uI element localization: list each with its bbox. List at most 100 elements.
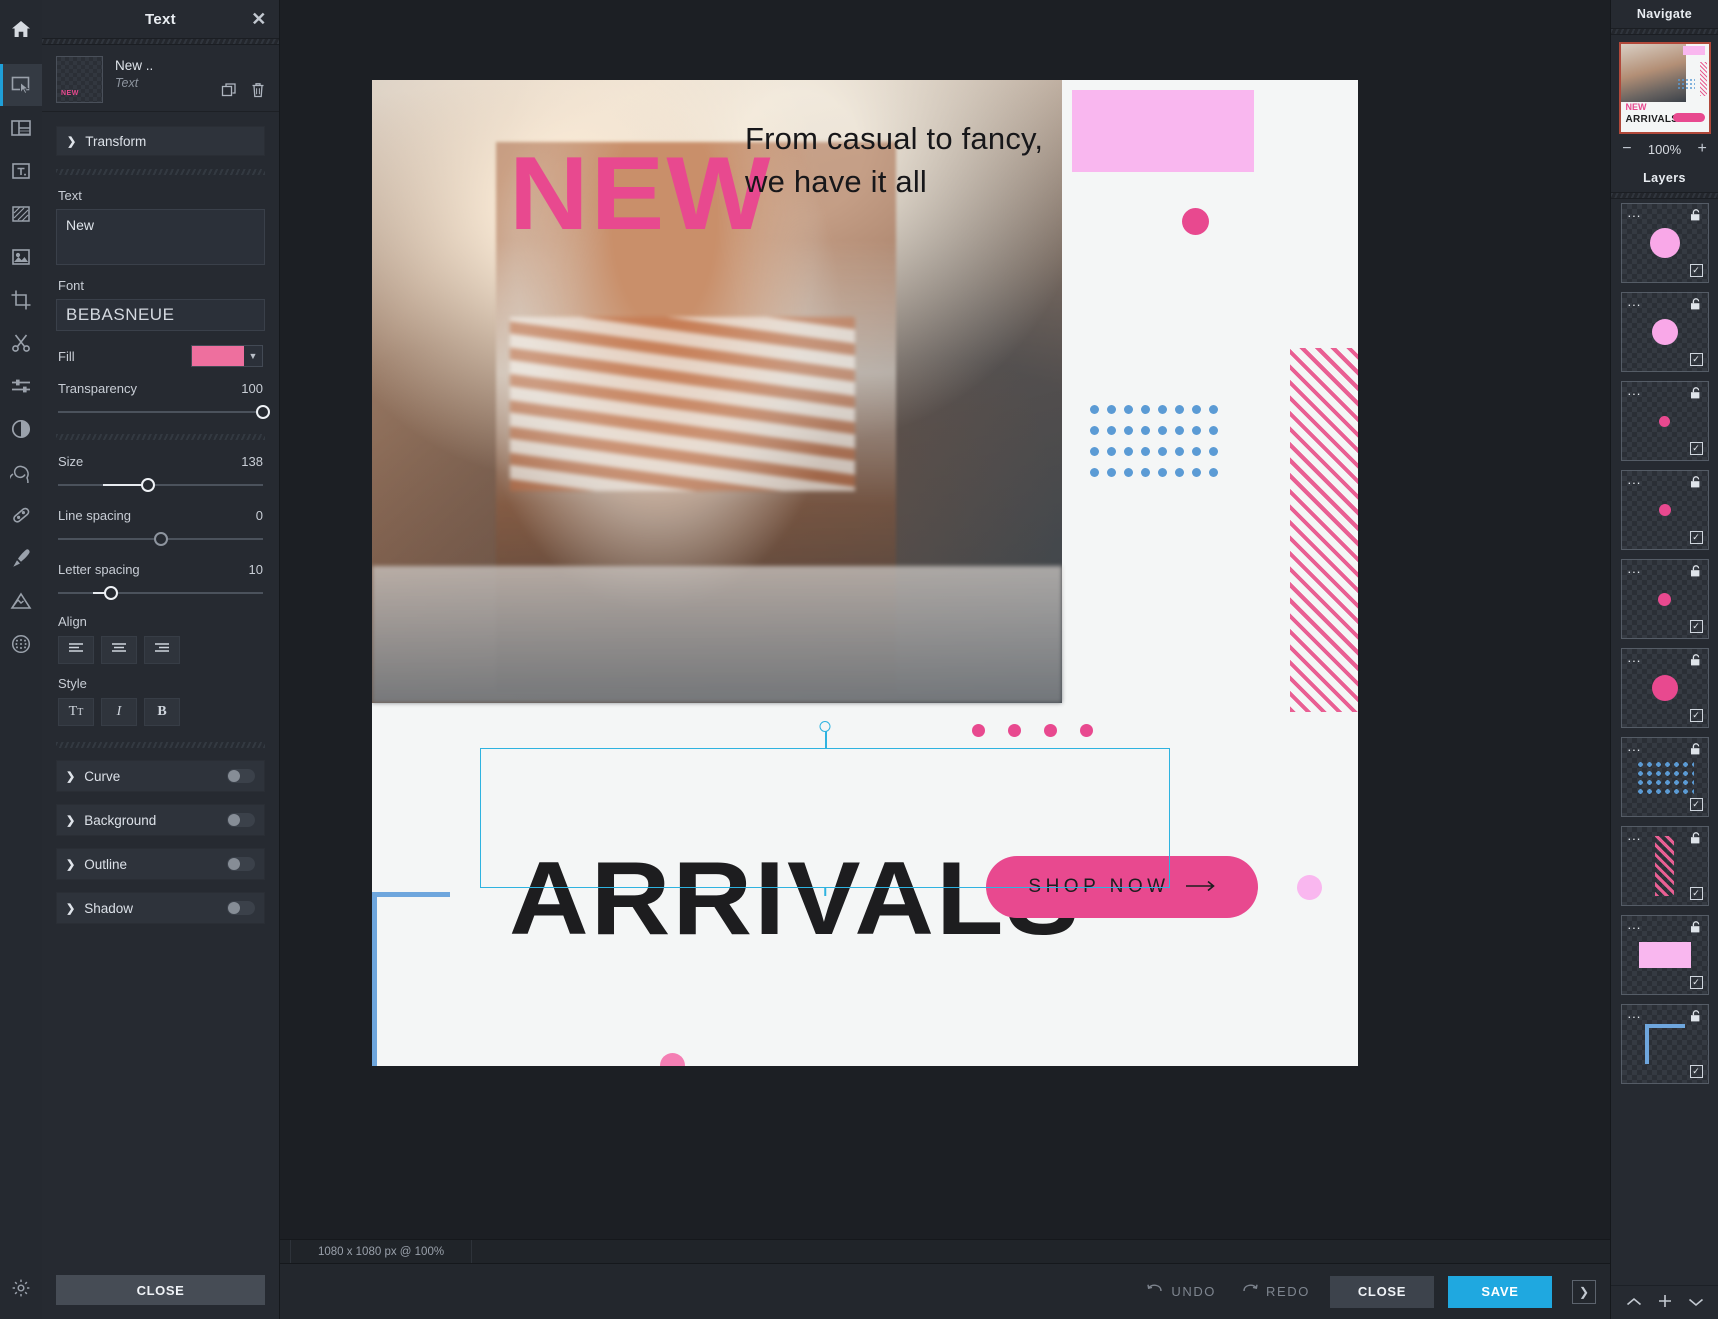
trash-icon[interactable] (251, 82, 265, 103)
headline-new-text[interactable]: NEW (509, 145, 773, 244)
layers-list[interactable]: ...✓ ...✓ ...✓ ...✓ ...✓ ...✓ ...✓ ...✓ ...✓ ...✓ (1611, 199, 1718, 1285)
layer-visibility-checkbox[interactable]: ✓ (1690, 531, 1703, 544)
layer-visibility-checkbox[interactable]: ✓ (1690, 1065, 1703, 1078)
brush-tool-button[interactable] (0, 537, 42, 579)
slider-track[interactable] (58, 403, 263, 421)
zoom-in-button[interactable]: + (1695, 140, 1709, 158)
chevron-down-icon[interactable] (1688, 1294, 1704, 1311)
grid-dot (1209, 405, 1218, 414)
undo-button[interactable]: UNDO (1141, 1284, 1222, 1299)
texture-tool-button[interactable] (0, 623, 42, 665)
layer-item[interactable]: ...✓ (1621, 1004, 1709, 1084)
selected-layer-card[interactable]: NEW New .. Text (42, 45, 279, 112)
layer-visibility-checkbox[interactable]: ✓ (1690, 798, 1703, 811)
slider-knob[interactable] (141, 478, 155, 492)
layer-visibility-checkbox[interactable]: ✓ (1690, 264, 1703, 277)
layer-item[interactable]: ...✓ (1621, 737, 1709, 817)
slider-size[interactable]: Size 138 (58, 454, 263, 494)
shapes-tool-button[interactable] (0, 580, 42, 622)
text-tool-button[interactable] (0, 150, 42, 192)
pink-dot-light[interactable] (1297, 875, 1322, 900)
font-case-button[interactable]: TT (58, 698, 94, 726)
background-toggle[interactable] (227, 813, 255, 827)
shadow-toggle[interactable] (227, 901, 255, 915)
diagonal-stripes-shape[interactable] (1290, 348, 1358, 712)
background-section-toggle[interactable]: ❯ Background (56, 804, 265, 836)
pattern-tool-button[interactable] (0, 193, 42, 235)
layer-visibility-checkbox[interactable]: ✓ (1690, 442, 1703, 455)
text-selection-box[interactable] (480, 748, 1170, 888)
selection-rotate-handle[interactable] (820, 721, 831, 732)
pink-dot-bottom[interactable] (660, 1053, 685, 1066)
pink-rectangle-shape[interactable] (1072, 90, 1254, 172)
slider-track[interactable] (58, 530, 263, 548)
shadow-section-toggle[interactable]: ❯ Shadow (56, 892, 265, 924)
adjust-tool-button[interactable] (0, 365, 42, 407)
outline-section-toggle[interactable]: ❯ Outline (56, 848, 265, 880)
align-right-button[interactable] (144, 636, 180, 664)
italic-button[interactable]: I (101, 698, 137, 726)
curve-section-toggle[interactable]: ❯ Curve (56, 760, 265, 792)
pink-dot-large[interactable] (1182, 208, 1209, 235)
tagline-text[interactable]: From casual to fancy, we have it all (745, 118, 1043, 204)
slider-knob[interactable] (256, 405, 270, 419)
layer-item[interactable]: ...✓ (1621, 470, 1709, 550)
slider-track[interactable] (58, 476, 263, 494)
layout-tool-button[interactable] (0, 107, 42, 149)
fill-color-picker[interactable]: ▼ (191, 345, 263, 367)
layer-visibility-checkbox[interactable]: ✓ (1690, 353, 1703, 366)
slider-knob[interactable] (154, 532, 168, 546)
slider-transparency[interactable]: Transparency 100 (58, 381, 263, 421)
layer-visibility-checkbox[interactable]: ✓ (1690, 620, 1703, 633)
redo-button[interactable]: REDO (1236, 1284, 1316, 1299)
canvas-area[interactable]: NEW ARRIVALS From casual to fancy, we ha… (280, 0, 1610, 1239)
heal-tool-button[interactable] (0, 494, 42, 536)
blue-dot-grid-shape[interactable] (1090, 405, 1218, 477)
layer-visibility-checkbox[interactable]: ✓ (1690, 976, 1703, 989)
panel-close-action-button[interactable]: CLOSE (56, 1275, 265, 1305)
layer-item[interactable]: ...✓ (1621, 559, 1709, 639)
font-select[interactable]: BEBASNEUE (56, 299, 265, 331)
zoom-out-button[interactable]: − (1620, 140, 1634, 158)
transform-section-toggle[interactable]: ❯ Transform (56, 126, 265, 156)
layer-item[interactable]: ...✓ (1621, 826, 1709, 906)
layer-item[interactable]: ...✓ (1621, 915, 1709, 995)
cut-tool-button[interactable] (0, 322, 42, 364)
layer-item[interactable]: ...✓ (1621, 648, 1709, 728)
align-center-button[interactable] (101, 636, 137, 664)
save-button[interactable]: SAVE (1448, 1276, 1552, 1308)
text-input[interactable]: New (56, 209, 265, 265)
image-tool-button[interactable] (0, 236, 42, 278)
slider-line-spacing[interactable]: Line spacing 0 (58, 508, 263, 548)
contrast-tool-button[interactable] (0, 408, 42, 450)
design-canvas[interactable]: NEW ARRIVALS From casual to fancy, we ha… (372, 80, 1358, 1066)
duplicate-icon[interactable] (221, 82, 237, 103)
align-label: Align (58, 614, 265, 629)
plus-icon[interactable] (1658, 1294, 1672, 1312)
close-button[interactable]: CLOSE (1330, 1276, 1434, 1308)
slider-letter-spacing[interactable]: Letter spacing 10 (58, 562, 263, 602)
navigator-thumbnail[interactable]: NEW ARRIVALS (1619, 42, 1711, 134)
collapse-panel-button[interactable]: ❯ (1572, 1280, 1596, 1304)
layer-visibility-checkbox[interactable]: ✓ (1690, 887, 1703, 900)
curve-toggle[interactable] (227, 769, 255, 783)
align-left-button[interactable] (58, 636, 94, 664)
outline-toggle[interactable] (227, 857, 255, 871)
layer-visibility-checkbox[interactable]: ✓ (1690, 709, 1703, 722)
crop-tool-button[interactable] (0, 279, 42, 321)
chevron-down-icon[interactable]: ▼ (244, 346, 262, 366)
home-button[interactable] (0, 6, 42, 52)
fill-color-swatch[interactable] (192, 346, 244, 366)
layer-item[interactable]: ...✓ (1621, 381, 1709, 461)
swirl-tool-button[interactable] (0, 451, 42, 493)
settings-button[interactable] (0, 1267, 42, 1309)
chevron-up-icon[interactable] (1626, 1294, 1642, 1311)
panel-close-button[interactable]: ✕ (249, 9, 269, 29)
select-tool-button[interactable] (0, 64, 42, 106)
blue-corner-frame-shape[interactable] (372, 892, 450, 1066)
slider-knob[interactable] (104, 586, 118, 600)
slider-track[interactable] (58, 584, 263, 602)
layer-item[interactable]: ...✓ (1621, 292, 1709, 372)
layer-item[interactable]: ...✓ (1621, 203, 1709, 283)
bold-button[interactable]: B (144, 698, 180, 726)
